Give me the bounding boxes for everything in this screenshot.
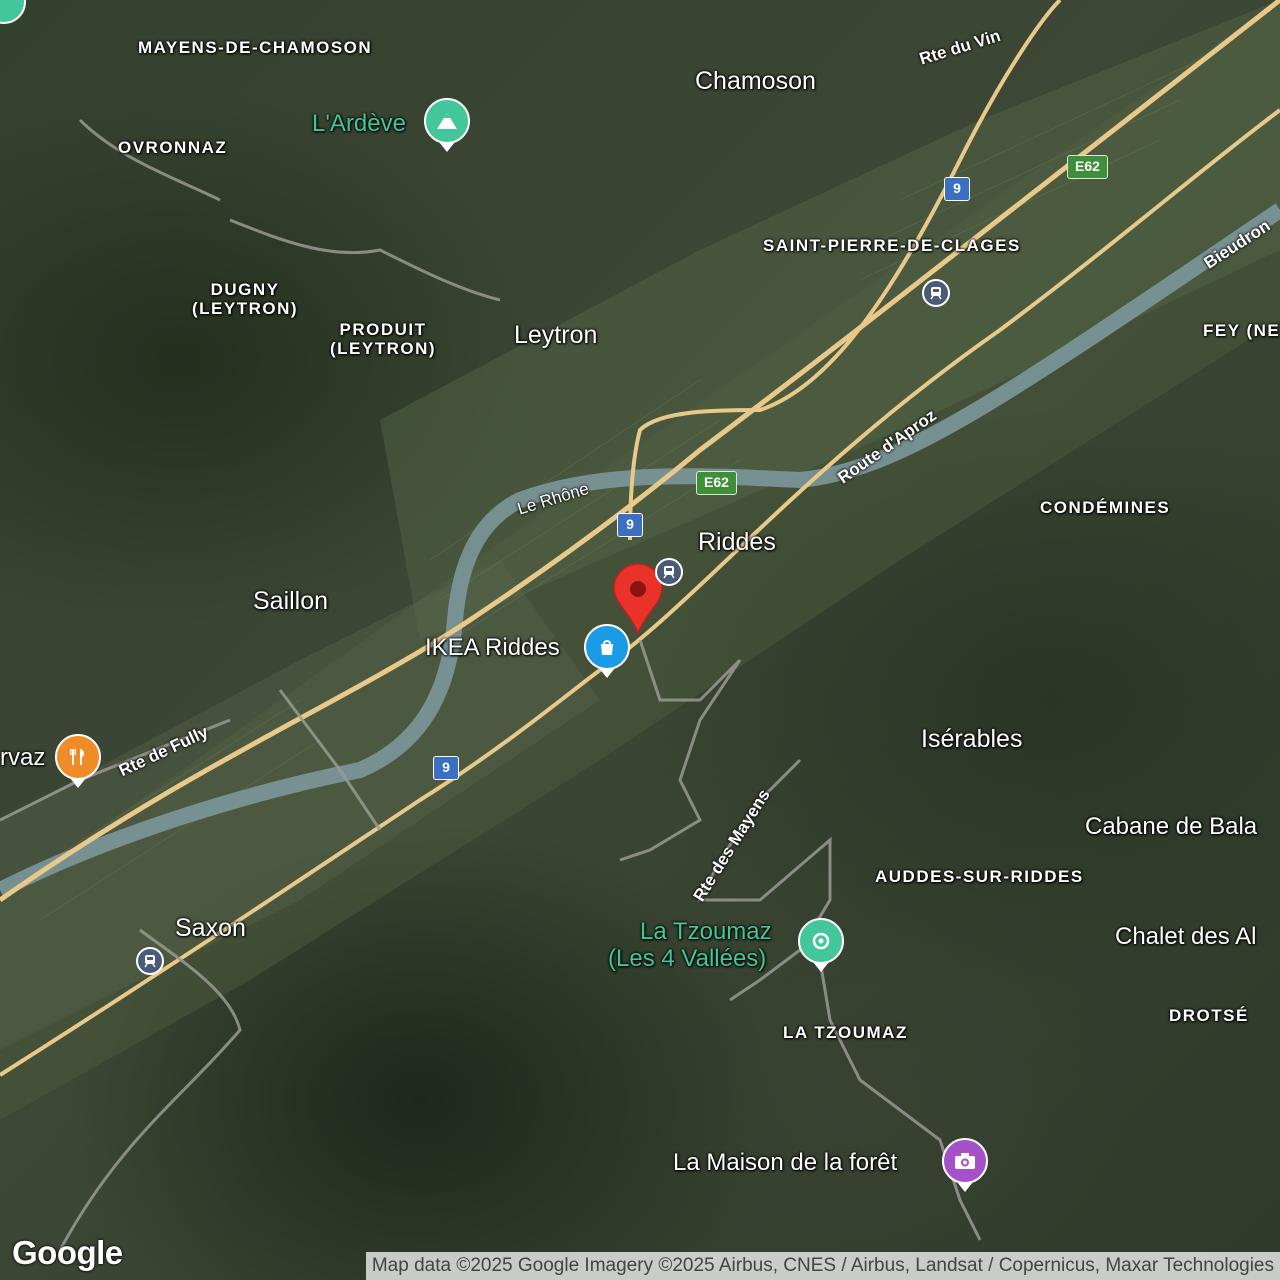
fork-knife-icon[interactable] — [55, 734, 101, 788]
poi-label-ikea[interactable]: IKEA Riddes — [425, 634, 560, 662]
shopping-bag-icon[interactable] — [584, 624, 630, 678]
area-label: DUGNY (LEYTRON) — [192, 280, 299, 318]
poi-label-tzoumaz-sub[interactable]: (Les 4 Vallées) — [608, 945, 766, 973]
area-label: OVRONNAZ — [118, 138, 228, 157]
route-9-shield: 9 — [433, 756, 459, 780]
route-9-shield: 9 — [617, 513, 643, 537]
city-label: Leytron — [514, 321, 598, 349]
poi-label-maison[interactable]: La Maison de la forêt — [673, 1149, 897, 1177]
e62-shield: E62 — [696, 471, 737, 495]
area-label: PRODUIT (LEYTRON) — [330, 320, 437, 358]
map-attribution[interactable]: Map data ©2025 Google Imagery ©2025 Airb… — [365, 1252, 1280, 1280]
train-station-icon[interactable] — [136, 947, 164, 975]
poi-label-cabane[interactable]: Cabane de Bala — [1085, 813, 1257, 841]
area-label: DROTSÉ — [1169, 1006, 1249, 1025]
camera-icon[interactable] — [942, 1138, 988, 1192]
route-9-shield: 9 — [944, 177, 970, 201]
train-station-icon[interactable] — [655, 558, 683, 586]
e62-shield: E62 — [1067, 155, 1108, 179]
city-label: Chamoson — [695, 67, 816, 95]
map-terrain — [0, 0, 1280, 1251]
area-label: SAINT-PIERRE-DE-CLAGES — [763, 236, 1021, 255]
city-label: Isérables — [921, 725, 1023, 753]
city-label: Riddes — [698, 528, 776, 556]
area-label: FEY (NE — [1203, 321, 1280, 340]
poi-label-chalet[interactable]: Chalet des Al — [1115, 923, 1256, 951]
satellite-map[interactable]: MAYENS-DE-CHAMOSON OVRONNAZ DUGNY (LEYTR… — [0, 0, 1280, 1280]
poi-label-restaurant[interactable]: rvaz — [0, 744, 45, 772]
ski-area-icon[interactable] — [798, 918, 844, 972]
area-label: AUDDES-SUR-RIDDES — [875, 867, 1084, 886]
poi-label-ardeve[interactable]: L'Ardève — [312, 110, 406, 138]
area-label: LA TZOUMAZ — [783, 1023, 908, 1042]
train-station-icon[interactable] — [922, 279, 950, 307]
area-label: MAYENS-DE-CHAMOSON — [138, 38, 373, 57]
mountain-icon[interactable] — [424, 98, 470, 152]
city-label: Saxon — [175, 914, 246, 942]
google-logo: Google — [12, 1234, 123, 1271]
area-label: CONDÉMINES — [1040, 498, 1171, 517]
city-label: Saillon — [253, 587, 329, 615]
poi-label-tzoumaz[interactable]: La Tzoumaz — [640, 918, 772, 946]
